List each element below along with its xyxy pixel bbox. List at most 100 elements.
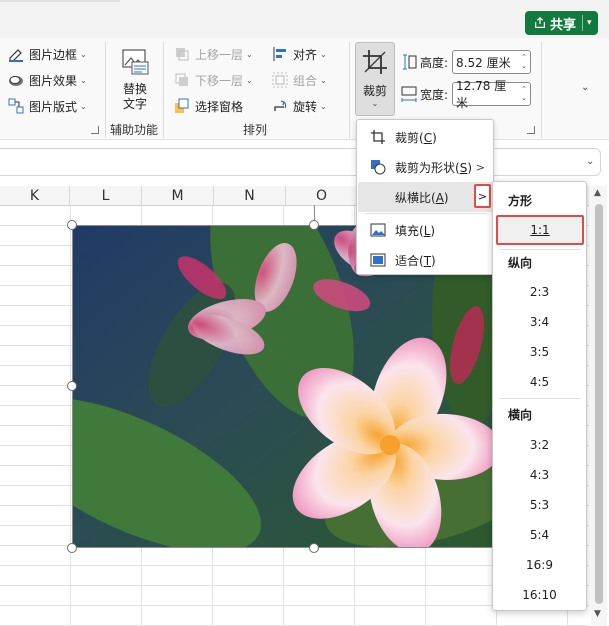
- column-header-l[interactable]: L: [70, 186, 142, 206]
- rotate-button[interactable]: 旋转 ⌄: [272, 95, 327, 117]
- menu-item-crop-to-shape[interactable]: 裁剪为形状(S) >: [358, 152, 493, 182]
- column-header-m[interactable]: M: [142, 186, 214, 206]
- alt-text-button[interactable]: 替换 文字: [114, 48, 156, 112]
- vertical-scrollbar[interactable]: ▲ ▼: [591, 186, 607, 626]
- spin-down-icon[interactable]: ⌄: [521, 62, 527, 71]
- width-field[interactable]: 12.78 厘米 ⌃ ⌄: [452, 79, 532, 110]
- share-icon: [535, 16, 545, 28]
- aspect-option-4-5[interactable]: 4:5: [493, 367, 586, 397]
- aspect-option-3-4[interactable]: 3:4: [493, 307, 586, 337]
- chevron-right-icon[interactable]: >: [474, 184, 491, 208]
- menu-item-fill-label: 填充(L): [395, 223, 436, 238]
- height-field[interactable]: 8.52 厘米 ⌃ ⌄: [452, 50, 532, 74]
- send-backward-button[interactable]: 下移一层 ⌄: [174, 69, 253, 91]
- align-icon: [273, 47, 286, 61]
- picture-effects-icon: [9, 76, 23, 86]
- bring-forward-label: 上移一层: [195, 47, 244, 62]
- crop-label: 裁剪: [362, 84, 387, 98]
- bring-forward-icon: [176, 48, 189, 61]
- resize-handle-top[interactable]: [309, 220, 319, 230]
- picture-layout-icon: [8, 98, 24, 114]
- spin-up-icon[interactable]: ⌃: [521, 53, 527, 62]
- align-button[interactable]: 对齐 ⌄: [272, 43, 327, 65]
- aspect-option-4-3[interactable]: 4:3: [493, 460, 586, 490]
- group-icon: [272, 72, 288, 88]
- group-label: 组合: [293, 73, 318, 88]
- group-button[interactable]: 组合 ⌄: [272, 69, 327, 91]
- rotate-icon: [274, 100, 287, 111]
- title-bar: [0, 0, 609, 38]
- menu-item-crop[interactable]: 裁剪(C): [358, 122, 493, 152]
- menu-item-fit[interactable]: 适合(T): [358, 245, 493, 275]
- resize-handle-top-left[interactable]: [67, 220, 77, 230]
- rotate-label: 旋转: [293, 99, 318, 114]
- aspect-ratio-submenu: 方形 1:1 纵向 2:3 3:4 3:5 4:5 横向 3:2 4:3 5:3…: [492, 181, 587, 611]
- resize-handle-bottom-left[interactable]: [67, 543, 77, 553]
- width-label: 宽度:: [420, 87, 449, 102]
- dialog-launcher-icon[interactable]: [527, 126, 535, 134]
- column-header-k[interactable]: K: [0, 186, 70, 206]
- scroll-down-icon[interactable]: ▼: [594, 609, 601, 619]
- menu-item-crop-to-shape-label: 裁剪为形状(S): [395, 160, 472, 175]
- fit-icon: [370, 253, 386, 267]
- picture-effects-label: 图片效果: [29, 73, 78, 88]
- picture-border-label: 图片边框: [29, 47, 78, 62]
- aspect-option-2-3[interactable]: 2:3: [493, 277, 586, 307]
- aspect-option-5-4[interactable]: 5:4: [493, 520, 586, 550]
- picture-border-button[interactable]: 图片边框 ⌄: [8, 43, 87, 65]
- aspect-option-5-3[interactable]: 5:3: [493, 490, 586, 520]
- menu-item-fill[interactable]: 填充(L): [358, 215, 493, 245]
- column-header-n[interactable]: N: [214, 186, 286, 206]
- width-row: 宽度: 12.78 厘米 ⌃ ⌄: [401, 79, 532, 110]
- send-backward-icon: [175, 73, 188, 86]
- share-button[interactable]: 共享 ▾: [525, 11, 598, 35]
- aspect-option-3-5[interactable]: 3:5: [493, 337, 586, 367]
- spin-up-icon[interactable]: ⌃: [521, 85, 527, 94]
- menu-item-crop-label: 裁剪(C): [395, 130, 437, 145]
- scroll-up-icon[interactable]: ▲: [594, 188, 601, 198]
- height-row: 高度: 8.52 厘米 ⌃ ⌄: [401, 50, 532, 74]
- chevron-down-icon: ⌄: [371, 99, 379, 108]
- chevron-down-icon[interactable]: ▾: [587, 18, 592, 28]
- share-label: 共享: [550, 17, 577, 33]
- crop-icon: [363, 50, 387, 74]
- expand-formula-bar-icon[interactable]: ⌄: [586, 156, 594, 167]
- crop-dropdown-menu: 裁剪(C) 裁剪为形状(S) > 纵横比(A) > 填充(L) 适合(T): [356, 119, 494, 275]
- aspect-option-1-1[interactable]: 1:1: [496, 215, 584, 245]
- send-backward-label: 下移一层: [195, 73, 244, 88]
- spin-down-icon[interactable]: ⌄: [521, 94, 527, 103]
- aspect-option-16-9[interactable]: 16:9: [493, 550, 586, 580]
- fill-icon: [370, 223, 386, 237]
- dialog-launcher-icon[interactable]: [91, 126, 99, 134]
- arrange-group-label: 排列: [243, 123, 268, 137]
- portrait-heading: 纵向: [508, 256, 533, 270]
- crop-button[interactable]: 裁剪 ⌄: [355, 42, 395, 116]
- align-label: 对齐: [293, 47, 318, 62]
- square-heading: 方形: [508, 194, 533, 208]
- selection-pane-label: 选择窗格: [195, 99, 244, 114]
- crop-to-shape-icon: [371, 160, 386, 175]
- chevron-right-icon: >: [475, 160, 485, 174]
- picture-effects-button[interactable]: 图片效果 ⌄: [8, 69, 87, 91]
- aspect-option-3-2[interactable]: 3:2: [493, 430, 586, 460]
- landscape-heading: 横向: [508, 408, 533, 422]
- formula-bar[interactable]: [0, 148, 601, 176]
- resize-handle-left[interactable]: [67, 381, 77, 391]
- picture-border-icon: [9, 49, 23, 62]
- scrollbar-thumb[interactable]: [595, 204, 603, 604]
- picture-layout-button[interactable]: 图片版式 ⌄: [8, 95, 87, 117]
- collapse-ribbon-icon[interactable]: ⌄: [581, 82, 589, 93]
- selection-pane-icon: [175, 98, 189, 113]
- bring-forward-button[interactable]: 上移一层 ⌄: [174, 43, 253, 65]
- ribbon: 图片边框 ⌄ 图片效果 ⌄ 图片版式 ⌄ 替换 文字 辅助功能 上移一层 ⌄ 下移一层 ⌄…: [0, 38, 609, 140]
- picture-layout-label: 图片版式: [29, 99, 78, 114]
- menu-item-aspect-ratio[interactable]: 纵横比(A): [358, 182, 493, 212]
- menu-item-fit-label: 适合(T): [395, 253, 436, 268]
- column-header-o[interactable]: O: [286, 186, 358, 206]
- height-value: 8.52 厘米: [456, 55, 511, 70]
- menu-item-aspect-ratio-label: 纵横比(A): [395, 190, 449, 205]
- aspect-option-16-10[interactable]: 16:10: [493, 580, 586, 610]
- selection-pane-button[interactable]: 选择窗格: [174, 95, 243, 117]
- accessibility-group-label: 辅助功能: [110, 123, 159, 137]
- resize-handle-bottom[interactable]: [309, 543, 319, 553]
